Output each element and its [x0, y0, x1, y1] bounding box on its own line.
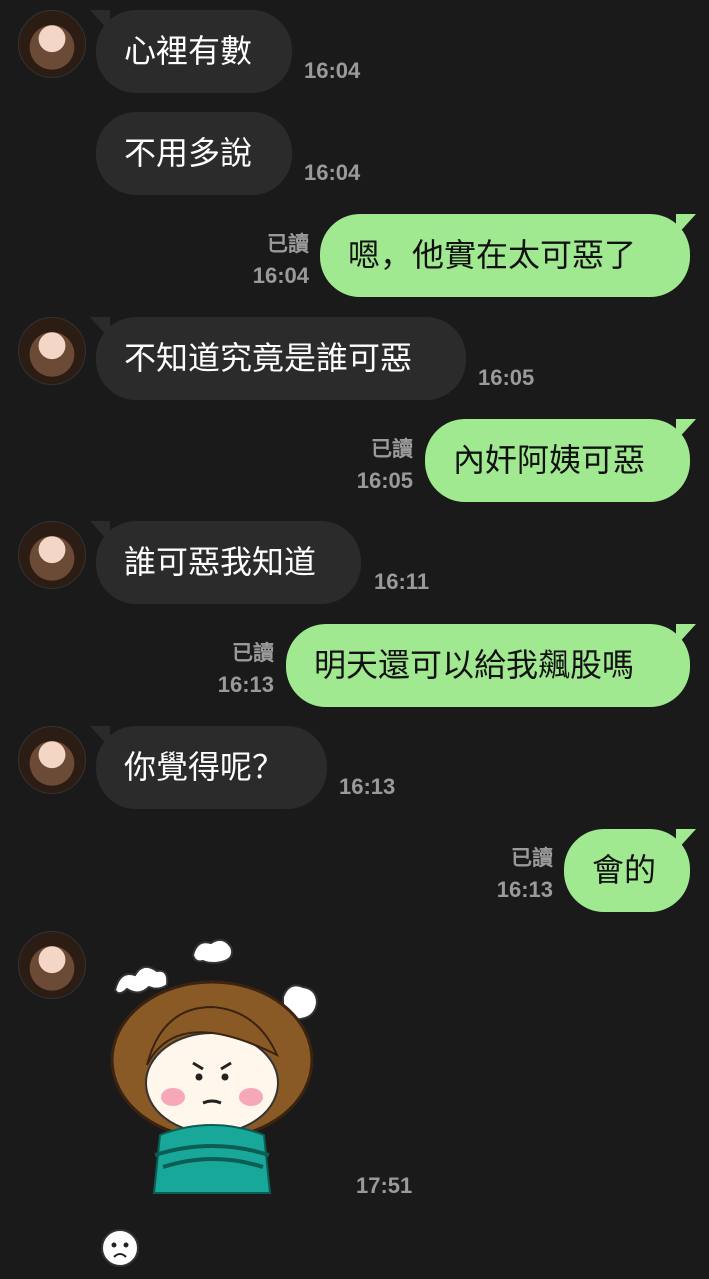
- message-time: 16:11: [374, 569, 430, 594]
- contact-avatar[interactable]: [18, 10, 86, 78]
- message-meta: 已讀 16:04: [253, 229, 309, 291]
- message-text: 不知道究竟是誰可惡: [124, 339, 413, 377]
- outgoing-message-bubble[interactable]: 內奸阿姨可惡: [425, 419, 696, 502]
- message-time: 16:13: [217, 672, 274, 697]
- incoming-message-bubble[interactable]: 不知道究竟是誰可惡: [90, 317, 466, 400]
- brown-bear-sticker-icon[interactable]: [100, 1228, 140, 1268]
- message-text: 心裡有數: [124, 32, 253, 70]
- incoming-message-bubble[interactable]: 你覺得呢？: [90, 726, 327, 809]
- message-time: 16:04: [304, 58, 361, 83]
- angry-girl-sticker[interactable]: [105, 935, 330, 1200]
- message-time: 16:04: [252, 263, 309, 288]
- message-time: 16:13: [339, 774, 396, 799]
- message-time: 16:13: [496, 877, 553, 902]
- outgoing-message-bubble[interactable]: 會的: [564, 829, 696, 912]
- incoming-message-bubble[interactable]: 心裡有數: [90, 10, 292, 93]
- message-text: 內奸阿姨可惡: [453, 441, 646, 479]
- read-receipt: 已讀: [511, 847, 553, 870]
- message-time: 16:05: [356, 468, 413, 493]
- message-text: 嗯，他實在太可惡了: [348, 236, 637, 274]
- message-meta: 已讀 16:05: [357, 434, 413, 496]
- message-text: 不用多說: [124, 134, 253, 172]
- message-time: 16:04: [304, 160, 361, 185]
- read-receipt: 已讀: [267, 233, 309, 256]
- message-text: 會的: [592, 851, 657, 889]
- message-text: 明天還可以給我飆股嗎: [314, 646, 635, 684]
- incoming-message-bubble[interactable]: 不用多說: [96, 112, 292, 195]
- outgoing-message-bubble[interactable]: 嗯，他實在太可惡了: [320, 214, 696, 297]
- message-meta: 已讀 16:13: [497, 843, 553, 905]
- message-meta: 已讀 16:13: [218, 638, 274, 700]
- read-receipt: 已讀: [232, 642, 274, 665]
- message-time: 16:05: [478, 365, 535, 390]
- read-receipt: 已讀: [371, 438, 413, 461]
- contact-avatar[interactable]: [18, 726, 86, 794]
- outgoing-message-bubble[interactable]: 明天還可以給我飆股嗎: [286, 624, 696, 707]
- message-text: 你覺得呢？: [124, 748, 285, 786]
- message-text: 誰可惡我知道: [124, 543, 317, 581]
- contact-avatar[interactable]: [18, 317, 86, 385]
- incoming-message-bubble[interactable]: 誰可惡我知道: [90, 521, 361, 604]
- message-time: 17:51: [356, 1173, 413, 1198]
- contact-avatar[interactable]: [18, 931, 86, 999]
- contact-avatar[interactable]: [18, 521, 86, 589]
